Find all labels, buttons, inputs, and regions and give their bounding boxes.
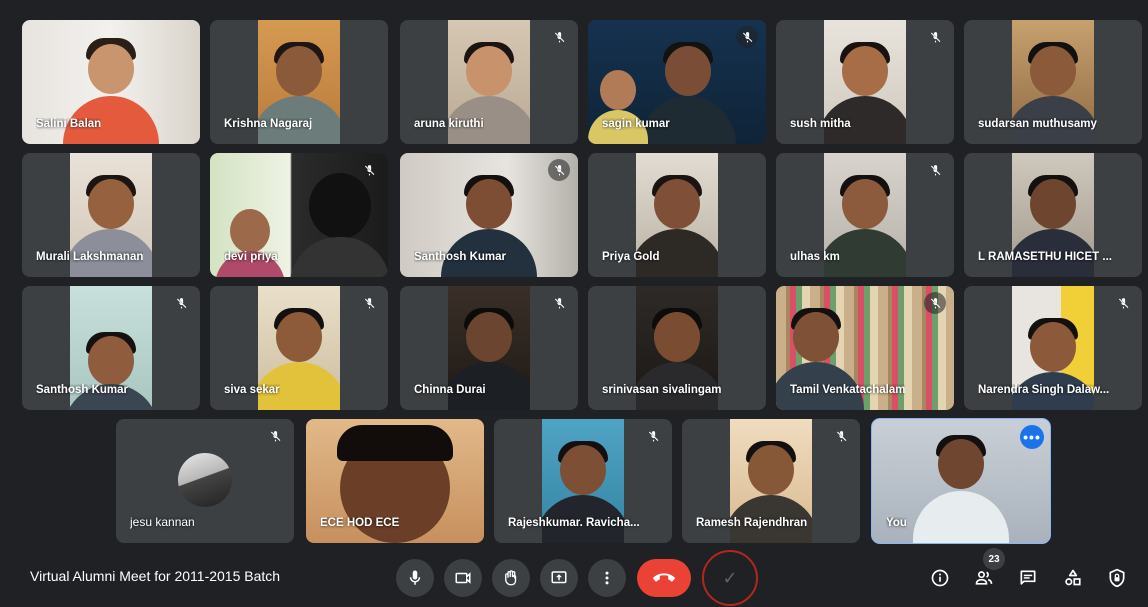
participant-name: sush mitha [790,118,851,130]
chat-icon [1020,570,1036,585]
muted-mic-icon [548,292,570,314]
participant-name: L RAMASETHU HICET ... [978,251,1112,263]
participant-name: jesu kannan [130,515,195,529]
participant-name: sudarsan muthusamy [978,118,1097,130]
participant-name: srinivasan sivalingam [602,384,722,396]
participant-name: siva sekar [224,384,280,396]
participant-name: Santhosh Kumar [414,251,507,263]
participant-tile[interactable]: Chinna Durai [400,286,578,410]
participant-name: Santhosh Kumar [36,384,129,396]
mic-icon [409,570,421,585]
participant-tile[interactable]: sudarsan muthusamy [964,20,1142,144]
end-call-icon [653,573,675,582]
check-icon: ✓ [722,567,738,588]
participant-tile[interactable]: siva sekar [210,286,388,410]
participant-name: Salini Balan [36,118,102,130]
more-vert-icon [605,571,609,585]
muted-mic-icon [924,292,946,314]
participant-tile[interactable]: Santhosh Kumar [22,286,200,410]
participant-tile[interactable]: Narendra Singh Dalaw... [964,286,1142,410]
participant-name: aruna kiruthi [414,118,484,130]
muted-mic-icon [548,26,570,48]
present-icon [551,571,567,584]
participant-tile[interactable]: Tamil Venkatachalam [776,286,954,410]
muted-mic-icon [548,159,570,181]
participant-name: Rajeshkumar. Ravicha... [508,517,640,529]
participant-count-badge: 23 [983,548,1005,570]
meeting-title: Virtual Alumni Meet for 2011-2015 Batch [30,568,281,584]
participant-name: ulhas km [790,251,840,263]
meeting-details-button[interactable] [925,563,955,593]
participant-tile[interactable]: ulhas km [776,153,954,277]
participant-grid: Salini Balan Krishna Nagaraj aruna kirut… [0,0,1148,548]
chat-button[interactable] [1013,563,1043,593]
participant-tile[interactable]: ECE HOD ECE [306,419,484,543]
participant-name: Ramesh Rajendhran [696,517,808,529]
participant-tile[interactable]: devi priya [210,153,388,277]
activities-icon [1065,569,1081,586]
participant-name: Narendra Singh Dalaw... [978,384,1110,396]
participant-tile[interactable]: Krishna Nagaraj [210,20,388,144]
annotation-circle: ✓ [702,550,758,606]
participant-name: devi priya [224,251,278,263]
participant-tile[interactable]: Salini Balan [22,20,200,144]
participant-name: Krishna Nagaraj [224,118,313,130]
participant-name: Priya Gold [602,251,660,263]
camera-icon [455,572,471,584]
muted-mic-icon [358,159,380,181]
muted-mic-icon [1112,292,1134,314]
activities-button[interactable] [1058,563,1088,593]
muted-mic-icon [170,292,192,314]
participant-name: Murali Lakshmanan [36,251,144,263]
participant-tile[interactable]: srinivasan sivalingam [588,286,766,410]
avatar [178,453,232,507]
participant-tile[interactable]: sush mitha [776,20,954,144]
raise-hand-icon [505,570,517,586]
raise-hand-button[interactable] [492,559,530,597]
people-icon [975,571,993,585]
control-bar: Virtual Alumni Meet for 2011-2015 Batch … [0,548,1148,607]
participant-tile[interactable]: sagin kumar [588,20,766,144]
muted-mic-icon [830,425,852,447]
info-icon [931,569,949,587]
participant-tile[interactable]: Ramesh Rajendhran [682,419,860,543]
participant-tile[interactable]: Rajeshkumar. Ravicha... [494,419,672,543]
muted-mic-icon [642,425,664,447]
participant-name: Tamil Venkatachalam [790,384,906,396]
participant-tile[interactable]: jesu kannan [116,419,294,543]
muted-mic-icon [924,26,946,48]
muted-mic-icon [358,292,380,314]
participant-name: sagin kumar [602,118,670,130]
participant-tile[interactable]: Murali Lakshmanan [22,153,200,277]
participant-tile[interactable]: Priya Gold [588,153,766,277]
muted-mic-icon [924,159,946,181]
host-controls-button[interactable] [1102,563,1132,593]
camera-button[interactable] [444,559,482,597]
host-controls-icon [1109,568,1125,588]
muted-mic-icon [264,425,286,447]
present-button[interactable] [540,559,578,597]
mic-button[interactable] [396,559,434,597]
more-options-button[interactable] [588,559,626,597]
muted-mic-icon [736,26,758,48]
participant-name: You [886,517,907,529]
end-call-button[interactable] [637,559,691,597]
participant-name: ECE HOD ECE [320,517,400,529]
participant-name: Chinna Durai [414,384,486,396]
participant-tile[interactable]: Santhosh Kumar [400,153,578,277]
self-view-tile[interactable]: ••• You [871,418,1051,544]
participant-tile[interactable]: L RAMASETHU HICET ... [964,153,1142,277]
more-options-icon[interactable]: ••• [1020,425,1044,449]
participant-tile[interactable]: aruna kiruthi [400,20,578,144]
